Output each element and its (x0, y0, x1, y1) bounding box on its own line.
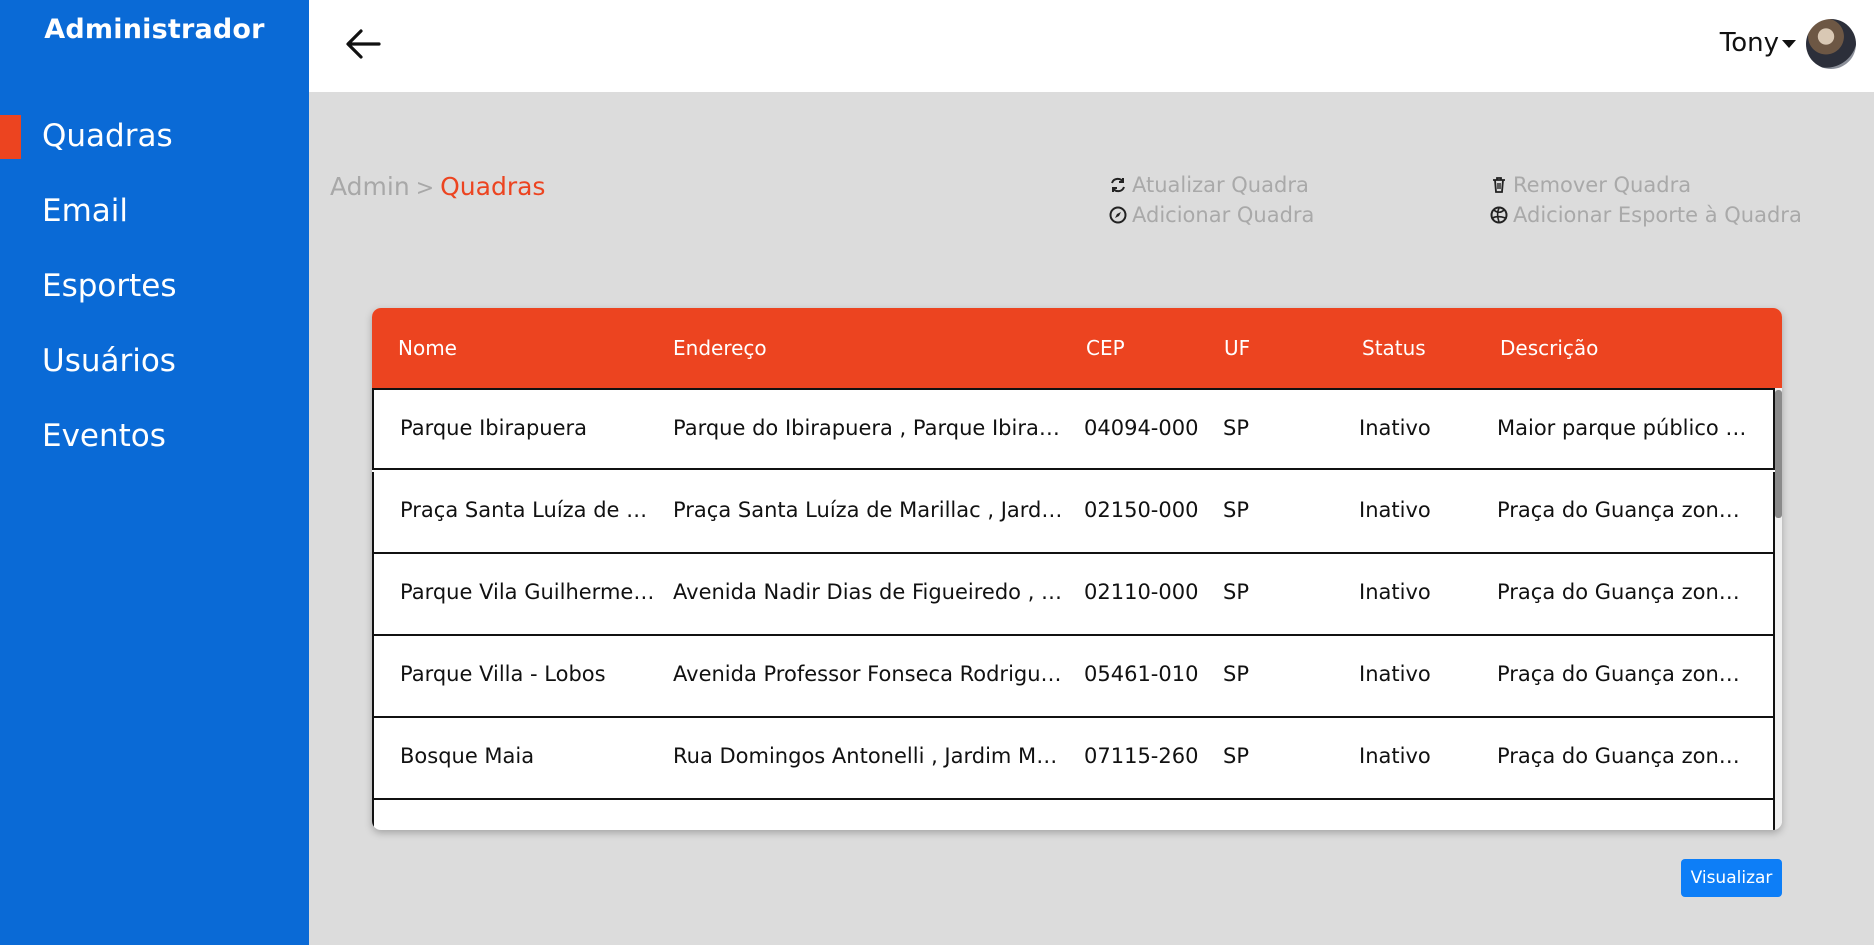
sidebar-item-quadras[interactable]: Quadras (42, 118, 173, 154)
remove-court-link[interactable]: Remover Quadra (1489, 173, 1691, 197)
add-sport-label: Adicionar Esporte à Quadra (1513, 203, 1802, 227)
table-body: Parque Ibirapuera Parque do Ibirapuera ,… (372, 388, 1782, 830)
cell-nome: Bosque Maia (400, 744, 535, 768)
cell-nome: Parque Ibirapuera (400, 416, 588, 440)
table-row[interactable] (372, 800, 1775, 830)
cell-nome: Parque Villa - Lobos (400, 662, 606, 686)
user-name[interactable]: Tony (1720, 28, 1779, 58)
cell-endereco: Rua Domingos Antonelli , Jardim Mari… (673, 744, 1067, 768)
breadcrumb-current: Quadras (440, 172, 546, 201)
cell-descricao: Praça do Guança zona … (1497, 744, 1749, 768)
top-bar: Tony (309, 0, 1874, 92)
cell-status: Inativo (1359, 744, 1431, 768)
update-court-link[interactable]: Atualizar Quadra (1108, 173, 1309, 197)
sidebar-item-email[interactable]: Email (42, 193, 128, 229)
cell-nome: Parque Vila Guilherme -… (400, 580, 655, 604)
sidebar-item-esportes[interactable]: Esportes (42, 268, 177, 304)
trash-icon (1493, 177, 1505, 193)
cell-endereco: Avenida Nadir Dias de Figueiredo , Vil… (673, 580, 1067, 604)
cell-nome: Praça Santa Luíza de M… (400, 498, 655, 522)
cell-descricao: Maior parque público d… (1497, 416, 1749, 440)
compass-icon (1109, 206, 1127, 224)
cell-status: Inativo (1359, 580, 1431, 604)
add-sport-link[interactable]: Adicionar Esporte à Quadra (1489, 203, 1802, 227)
add-court-label: Adicionar Quadra (1132, 203, 1315, 227)
cell-cep: 07115-260 (1084, 744, 1199, 768)
cell-uf: SP (1223, 580, 1249, 604)
active-nav-indicator (0, 115, 21, 159)
cell-descricao: Praça do Guança zona … (1497, 498, 1749, 522)
breadcrumb-root[interactable]: Admin (330, 172, 410, 201)
column-header-descricao[interactable]: Descrição (1500, 336, 1598, 360)
column-header-status[interactable]: Status (1362, 336, 1426, 360)
table-row[interactable]: Praça Santa Luíza de M… Praça Santa Luíz… (372, 472, 1775, 554)
avatar[interactable] (1806, 19, 1856, 69)
add-court-link[interactable]: Adicionar Quadra (1108, 203, 1314, 227)
sidebar-item-usuarios[interactable]: Usuários (42, 343, 176, 379)
cell-uf: SP (1223, 744, 1249, 768)
column-header-endereco[interactable]: Endereço (673, 336, 767, 360)
sidebar-item-eventos[interactable]: Eventos (42, 418, 166, 454)
cell-status: Inativo (1359, 662, 1431, 686)
view-button[interactable]: Visualizar (1681, 859, 1782, 897)
cell-status: Inativo (1359, 416, 1431, 440)
scrollbar-thumb[interactable] (1775, 390, 1782, 518)
column-header-cep[interactable]: CEP (1086, 336, 1125, 360)
chevron-down-icon[interactable] (1782, 40, 1796, 48)
breadcrumb: Admin > Quadras (330, 172, 545, 201)
cell-descricao: Praça do Guança zona … (1497, 662, 1749, 686)
volleyball-icon (1490, 206, 1508, 224)
cell-cep: 05461-010 (1084, 662, 1199, 686)
column-header-uf[interactable]: UF (1224, 336, 1250, 360)
cell-cep: 02150-000 (1084, 498, 1199, 522)
table-row[interactable]: Parque Villa - Lobos Avenida Professor F… (372, 636, 1775, 718)
courts-table: Nome Endereço CEP UF Status Descrição Pa… (372, 308, 1782, 830)
refresh-icon (1111, 177, 1125, 193)
remove-court-label: Remover Quadra (1513, 173, 1692, 197)
sidebar: Administrador Quadras Email Esportes Usu… (0, 0, 309, 945)
back-arrow-icon[interactable] (343, 24, 383, 64)
table-header: Nome Endereço CEP UF Status Descrição (372, 308, 1782, 388)
cell-cep: 04094-000 (1084, 416, 1199, 440)
sidebar-title: Administrador (44, 14, 265, 45)
breadcrumb-separator: > (415, 176, 435, 201)
table-row[interactable]: Parque Ibirapuera Parque do Ibirapuera ,… (372, 388, 1775, 470)
cell-uf: SP (1223, 662, 1249, 686)
cell-endereco: Avenida Professor Fonseca Rodrigues… (673, 662, 1067, 686)
cell-endereco: Praça Santa Luíza de Marillac , Jardi… (673, 498, 1067, 522)
cell-cep: 02110-000 (1084, 580, 1199, 604)
cell-uf: SP (1223, 498, 1249, 522)
cell-endereco: Parque do Ibirapuera , Parque Ibirapu… (673, 416, 1067, 440)
update-court-label: Atualizar Quadra (1132, 173, 1309, 197)
cell-descricao: Praça do Guança zona … (1497, 580, 1749, 604)
cell-status: Inativo (1359, 498, 1431, 522)
table-row[interactable]: Bosque Maia Rua Domingos Antonelli , Jar… (372, 718, 1775, 800)
cell-uf: SP (1223, 416, 1249, 440)
column-header-nome[interactable]: Nome (398, 336, 457, 360)
table-row[interactable]: Parque Vila Guilherme -… Avenida Nadir D… (372, 554, 1775, 636)
